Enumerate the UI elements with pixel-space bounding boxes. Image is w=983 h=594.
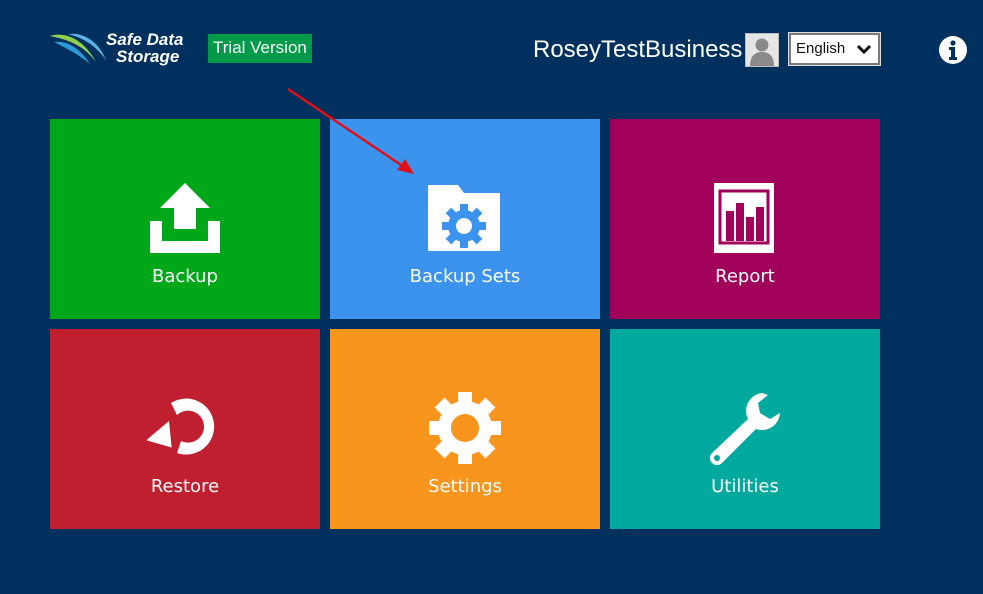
tile-settings[interactable]: Settings — [330, 329, 600, 529]
gear-icon — [429, 392, 501, 464]
user-avatar[interactable] — [745, 33, 779, 67]
user-avatar-icon — [750, 38, 774, 66]
bar-chart-icon — [714, 183, 774, 253]
tile-label: Backup Sets — [409, 266, 521, 287]
trial-version-badge: Trial Version — [208, 34, 312, 63]
account-username: RoseyTestBusiness — [533, 36, 743, 63]
chevron-down-icon — [857, 44, 871, 54]
tile-label: Backup — [152, 266, 218, 287]
tile-backup-sets[interactable]: Backup Sets — [330, 119, 600, 319]
info-button[interactable] — [938, 35, 968, 65]
tile-utilities[interactable]: Utilities — [610, 329, 880, 529]
folder-gear-icon — [428, 185, 500, 251]
info-icon — [939, 36, 967, 64]
tile-label: Settings — [428, 476, 502, 497]
logo-line-2: Storage — [116, 47, 180, 66]
wrench-icon — [709, 393, 780, 465]
language-select[interactable]: English — [788, 32, 881, 66]
tile-restore[interactable]: Restore — [50, 329, 320, 529]
restore-icon — [147, 398, 215, 455]
language-selected-value: English — [796, 40, 846, 57]
tile-report[interactable]: Report — [610, 119, 880, 319]
logo-line-1: Safe Data — [106, 30, 184, 49]
upload-icon — [150, 183, 220, 253]
tile-label: Utilities — [711, 476, 779, 497]
logo-text: Safe Data Storage — [106, 31, 183, 65]
app-logo: Safe Data Storage — [48, 30, 198, 68]
tile-backup[interactable]: Backup — [50, 119, 320, 319]
logo-swoosh-icon — [50, 33, 106, 64]
tile-label: Restore — [150, 476, 220, 497]
tile-label: Report — [715, 266, 775, 287]
